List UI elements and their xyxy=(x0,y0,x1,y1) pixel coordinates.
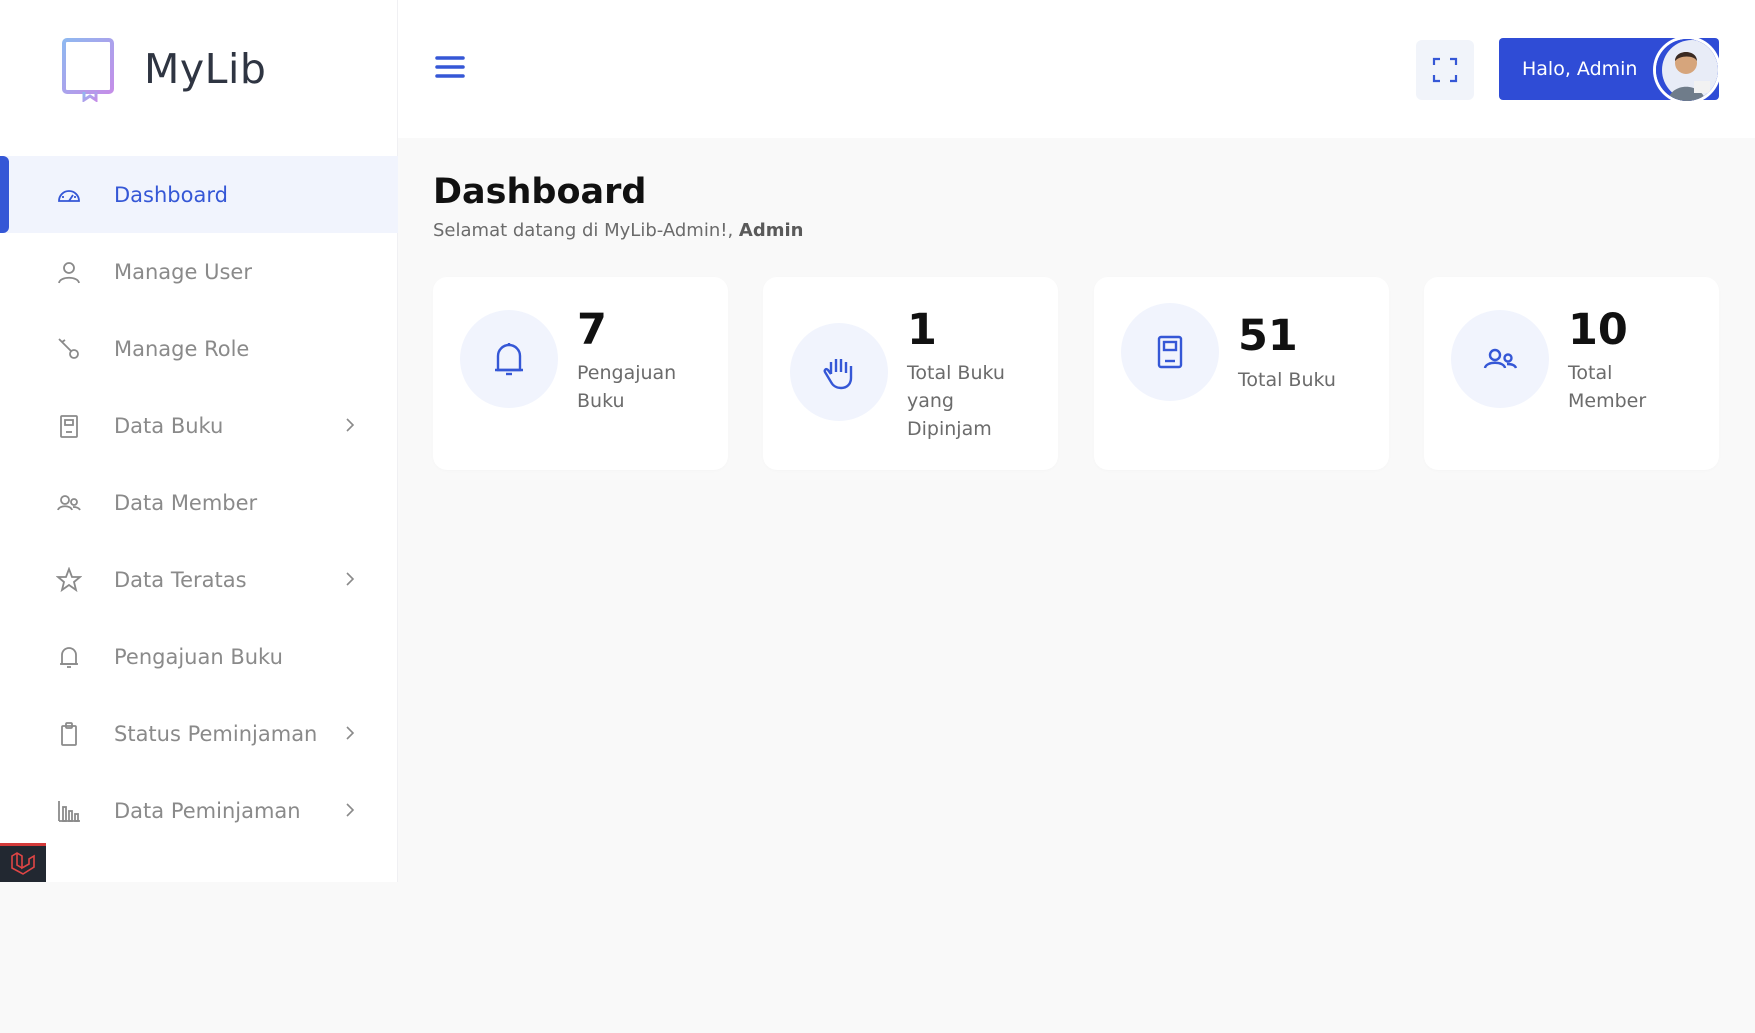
sidebar-item-dashboard[interactable]: Dashboard xyxy=(0,156,398,233)
sidebar-item-label: Data Teratas xyxy=(114,567,247,592)
users-icon xyxy=(1451,310,1549,408)
sidebar: MyLib Dashboard Manage User Manage Role … xyxy=(0,0,398,882)
avatar-person-image xyxy=(1656,39,1718,101)
bell-icon xyxy=(460,310,558,408)
fullscreen-icon xyxy=(1432,57,1458,83)
dashboard-gauge-icon xyxy=(56,182,82,208)
user-icon xyxy=(56,259,82,285)
stat-label: Total Buku yang Dipinjam xyxy=(907,362,1005,440)
sidebar-item-status-peminjaman[interactable]: Status Peminjaman xyxy=(0,695,398,772)
sidebar-item-label: Manage Role xyxy=(114,336,250,361)
sidebar-item-data-peminjaman[interactable]: Data Peminjaman xyxy=(0,772,398,849)
sidebar-item-pengajuan-buku[interactable]: Pengajuan Buku xyxy=(0,618,398,695)
sidebar-item-label: Status Peminjaman xyxy=(114,721,318,746)
sidebar-menu: Dashboard Manage User Manage Role Data B… xyxy=(0,156,398,849)
chevron-right-icon xyxy=(346,418,355,432)
sidebar-item-data-teratas[interactable]: Data Teratas xyxy=(0,541,398,618)
app-name: MyLib xyxy=(144,45,267,93)
clipboard-icon xyxy=(56,721,82,747)
sidebar-item-data-buku[interactable]: Data Buku xyxy=(0,387,398,464)
stat-card-total-member: 10 Total Member xyxy=(1424,277,1719,470)
book-icon xyxy=(56,413,82,439)
welcome-message: Selamat datang di MyLib-Admin!, Admin xyxy=(433,220,803,241)
star-icon xyxy=(56,566,82,593)
bar-chart-icon xyxy=(56,798,82,824)
bell-icon xyxy=(56,644,82,670)
topbar: Halo, Admin xyxy=(398,0,1755,138)
stat-label: Total Member xyxy=(1568,362,1647,412)
stat-value: 7 xyxy=(577,305,607,355)
laravel-debugbar-toggle[interactable] xyxy=(0,843,46,882)
sidebar-item-label: Pengajuan Buku xyxy=(114,644,283,669)
sidebar-item-manage-user[interactable]: Manage User xyxy=(0,233,398,310)
stat-label: Pengajuan Buku xyxy=(577,362,677,412)
laravel-logo-icon xyxy=(11,852,35,875)
stat-value: 10 xyxy=(1568,305,1628,355)
sidebar-item-label: Data Peminjaman xyxy=(114,798,301,823)
stat-value: 1 xyxy=(907,305,937,355)
sidebar-item-data-member[interactable]: Data Member xyxy=(0,464,398,541)
brand[interactable]: MyLib xyxy=(60,36,266,102)
users-icon xyxy=(56,490,82,516)
fullscreen-button[interactable] xyxy=(1416,40,1474,100)
sidebar-item-label: Manage User xyxy=(114,259,252,284)
sidebar-item-label: Dashboard xyxy=(114,182,228,207)
key-icon xyxy=(56,336,82,362)
logo-book-icon xyxy=(62,38,114,102)
hamburger-menu-icon[interactable] xyxy=(434,52,466,82)
hand-icon xyxy=(790,323,888,421)
sidebar-item-label: Data Member xyxy=(114,490,258,515)
welcome-user-name: Admin xyxy=(738,220,804,241)
welcome-text: Selamat datang di MyLib-Admin!, xyxy=(433,220,739,241)
chevron-right-icon xyxy=(346,803,355,817)
book-icon xyxy=(1121,303,1219,401)
stat-value: 51 xyxy=(1238,311,1298,361)
sidebar-item-manage-role[interactable]: Manage Role xyxy=(0,310,398,387)
user-greeting: Halo, Admin xyxy=(1522,58,1638,80)
stat-label: Total Buku xyxy=(1238,369,1336,391)
sidebar-item-label: Data Buku xyxy=(114,413,224,438)
chevron-right-icon xyxy=(346,572,355,586)
chevron-right-icon xyxy=(346,726,355,740)
stat-card-total-buku: 51 Total Buku xyxy=(1094,277,1389,470)
stat-card-pengajuan-buku: 7 Pengajuan Buku xyxy=(433,277,728,470)
avatar[interactable] xyxy=(1653,36,1721,104)
stat-card-total-buku-dipinjam: 1 Total Buku yang Dipinjam xyxy=(763,277,1058,470)
page-title: Dashboard xyxy=(433,172,647,212)
